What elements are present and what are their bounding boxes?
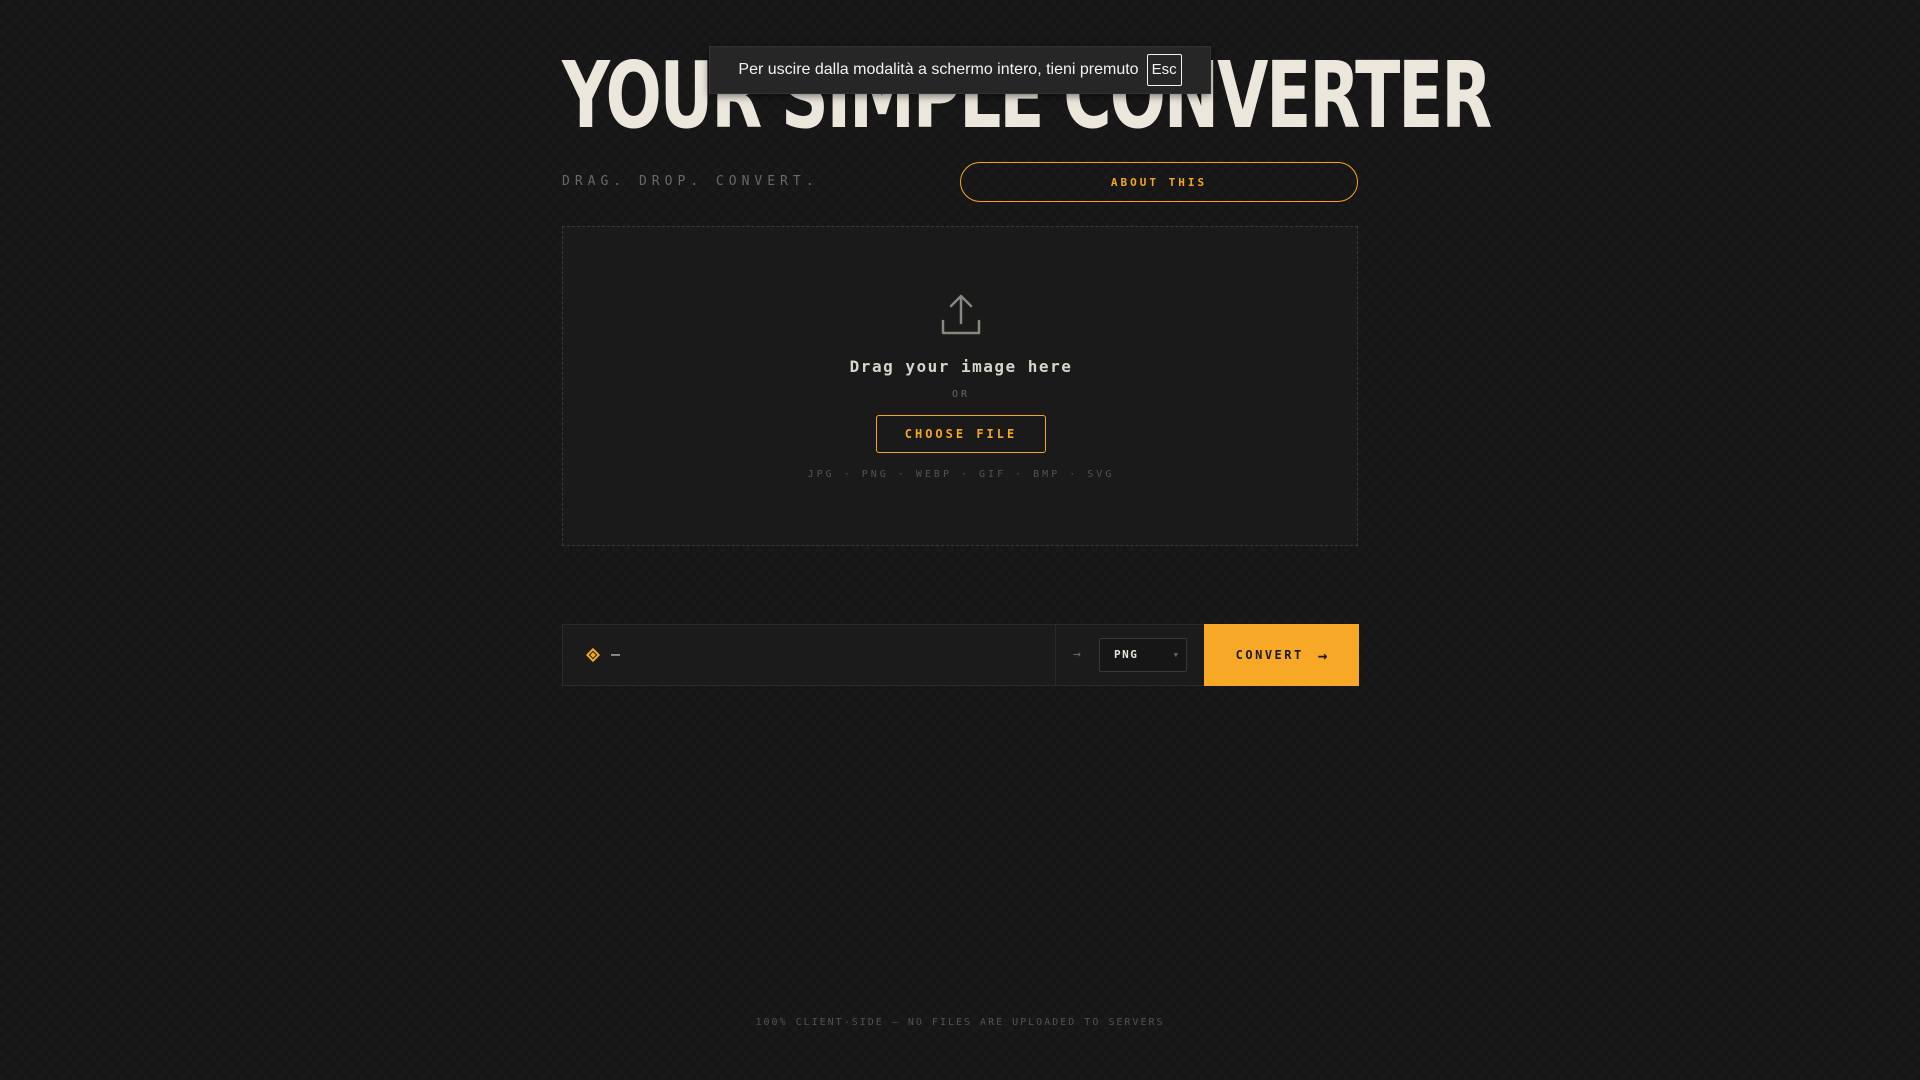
convert-bar: — → PNG ▼ CONVERT → [562, 624, 1359, 686]
file-name: — [611, 645, 621, 663]
convert-button-label: CONVERT [1235, 648, 1304, 662]
arrow-right-icon: → [1317, 645, 1328, 665]
dropzone[interactable]: Drag your image here OR CHOOSE FILE JPG … [562, 226, 1358, 546]
esc-key: Esc [1146, 54, 1182, 86]
choose-file-button[interactable]: CHOOSE FILE [876, 415, 1046, 453]
format-select[interactable]: PNG ▼ [1099, 638, 1187, 672]
diamond-icon [585, 647, 601, 663]
upload-icon [941, 294, 981, 335]
about-button[interactable]: ABOUT THIS [960, 162, 1358, 202]
arrow-right-small-icon: → [1073, 647, 1081, 662]
chevron-down-icon: ▼ [1173, 651, 1178, 659]
selected-file: — [563, 625, 1056, 685]
tagline: DRAG. DROP. CONVERT. [562, 174, 819, 189]
dropzone-or: OR [951, 389, 971, 400]
format-select-value: PNG [1114, 648, 1139, 661]
supported-formats: JPG · PNG · WEBP · GIF · BMP · SVG [807, 469, 1115, 480]
fullscreen-exit-toast: Per uscire dalla modalità a schermo inte… [709, 46, 1211, 94]
converter-page: YOUR SIMPLE CONVERTER DRAG. DROP. CONVER… [562, 0, 1492, 1080]
footer-note: 100% CLIENT-SIDE — NO FILES ARE UPLOADED… [755, 1017, 1165, 1028]
fullscreen-toast-message: Per uscire dalla modalità a schermo inte… [738, 61, 1139, 78]
dropzone-title: Drag your image here [849, 357, 1073, 376]
convert-button[interactable]: CONVERT → [1204, 624, 1359, 686]
